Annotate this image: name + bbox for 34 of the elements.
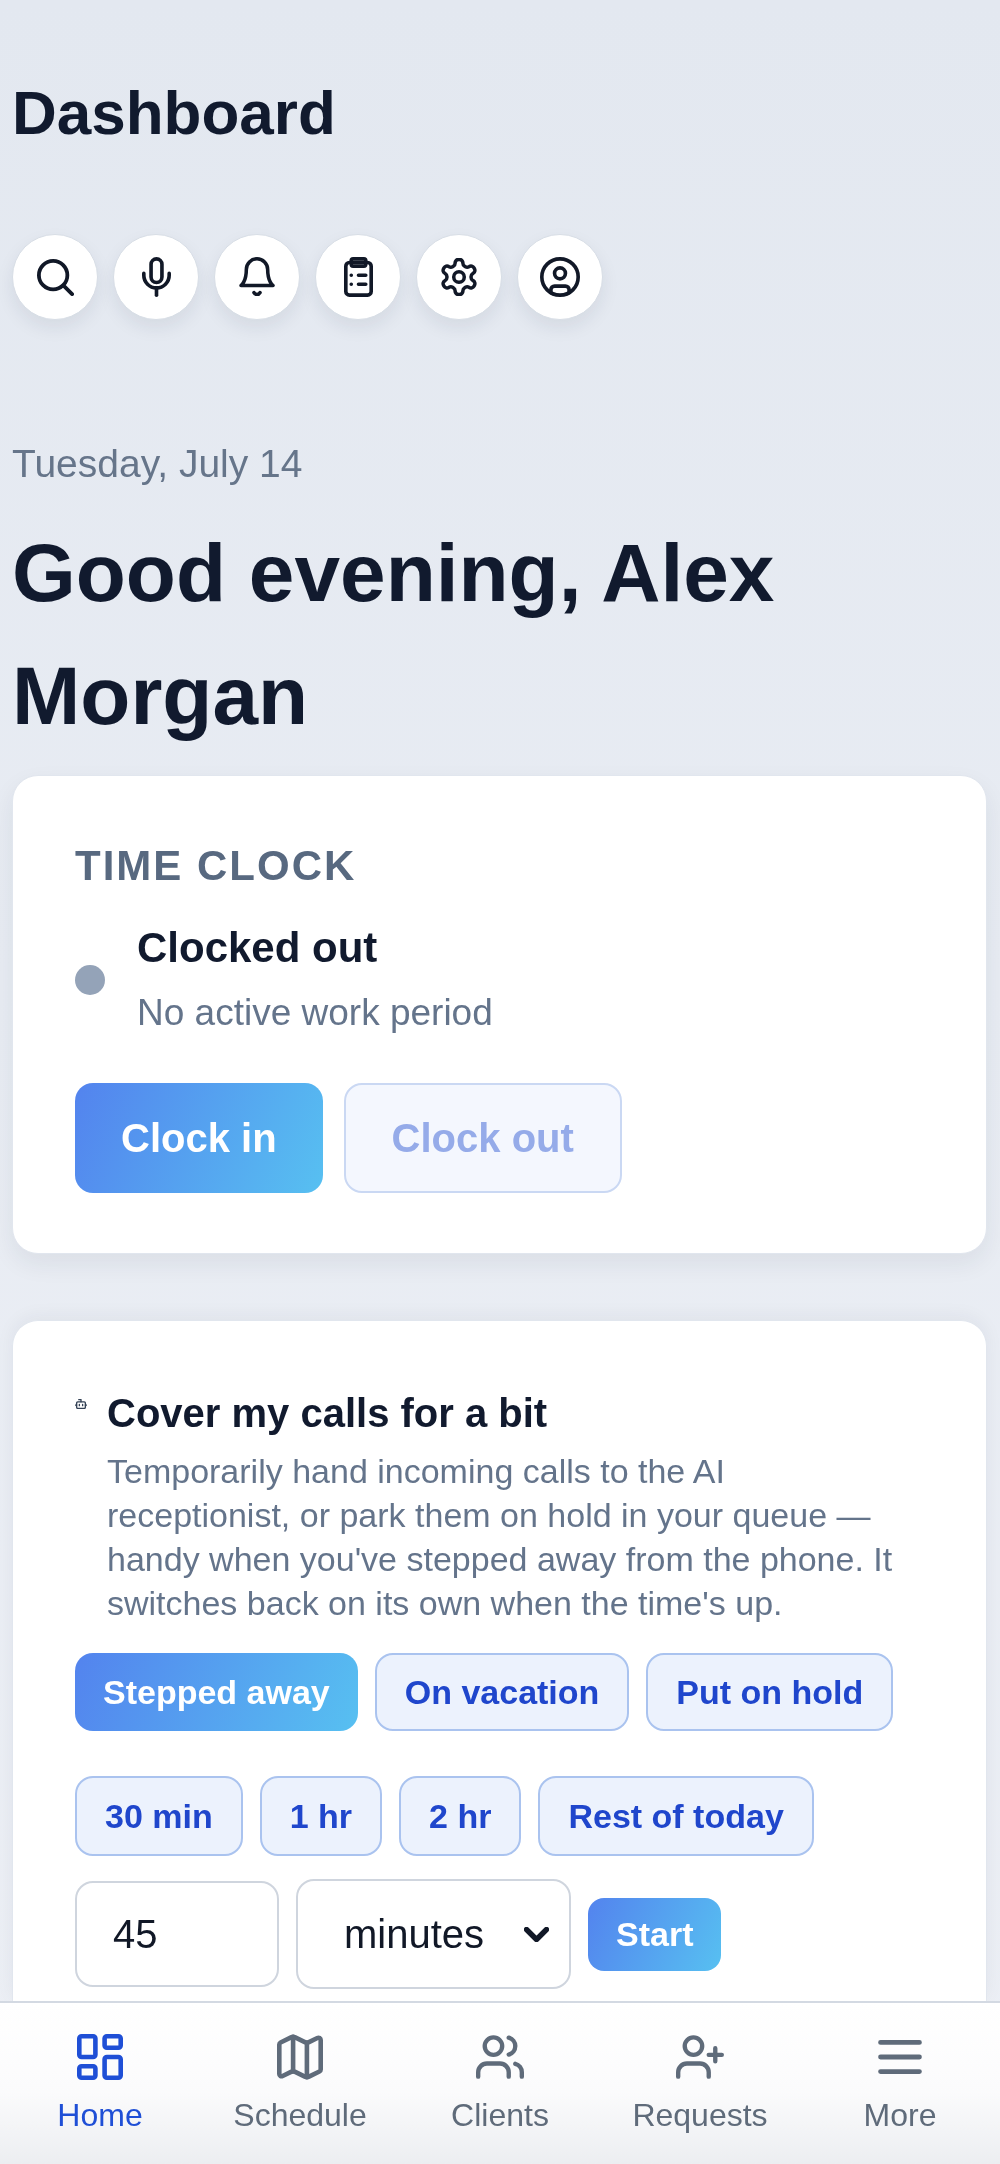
settings-icon <box>440 258 478 296</box>
chevron-down-icon <box>524 1926 549 1942</box>
nav-tab[interactable]: Clients <box>400 2003 600 2164</box>
bell-icon <box>239 257 275 297</box>
status-label: Clocked out <box>137 923 379 973</box>
duration-chip[interactable]: Rest of today <box>538 1776 814 1856</box>
card-heading: TIME CLOCK <box>75 841 358 891</box>
greeting-heading: Good evening, Alex Morgan <box>12 526 776 743</box>
user-circle-icon <box>540 257 580 297</box>
user-plus-icon <box>676 2035 724 2079</box>
map-icon <box>277 2034 323 2080</box>
card-description: Temporarily hand incoming calls to the AI receptionist, or park them on hold in your queue — handy when you've stepped away from the phone. It switches back on its own when the time's up. <box>107 1451 894 1624</box>
nav-tab[interactable]: Requests <box>600 2003 800 2164</box>
card-title: Cover my calls for a bit <box>107 1390 548 1437</box>
grid-icon <box>77 2034 123 2080</box>
microphone-icon <box>141 257 171 297</box>
duration-chip[interactable]: 2 hr <box>399 1776 522 1856</box>
status-detail: No active work period <box>137 991 493 1035</box>
users-icon <box>476 2035 524 2079</box>
duration-input[interactable]: 45 <box>75 1881 279 1987</box>
search-icon <box>36 258 74 296</box>
mode-chip[interactable]: Put on hold <box>646 1653 894 1731</box>
nav-tab[interactable]: Schedule <box>200 2003 400 2164</box>
duration-chip[interactable]: 30 min <box>75 1776 243 1856</box>
page-title: Dashboard <box>12 77 337 149</box>
nav-tab[interactable]: Home <box>0 2003 200 2164</box>
mode-chip[interactable]: On vacation <box>374 1653 630 1731</box>
menu-icon <box>878 2040 922 2074</box>
robot-icon <box>75 1399 87 1409</box>
date-label: Tuesday, July 14 <box>12 441 304 487</box>
nav-tab[interactable]: More <box>800 2003 1000 2164</box>
unit-select[interactable]: minutes <box>296 1879 571 1989</box>
duration-chip[interactable]: 1 hr <box>259 1776 383 1856</box>
clipboard-list-icon <box>343 257 373 297</box>
